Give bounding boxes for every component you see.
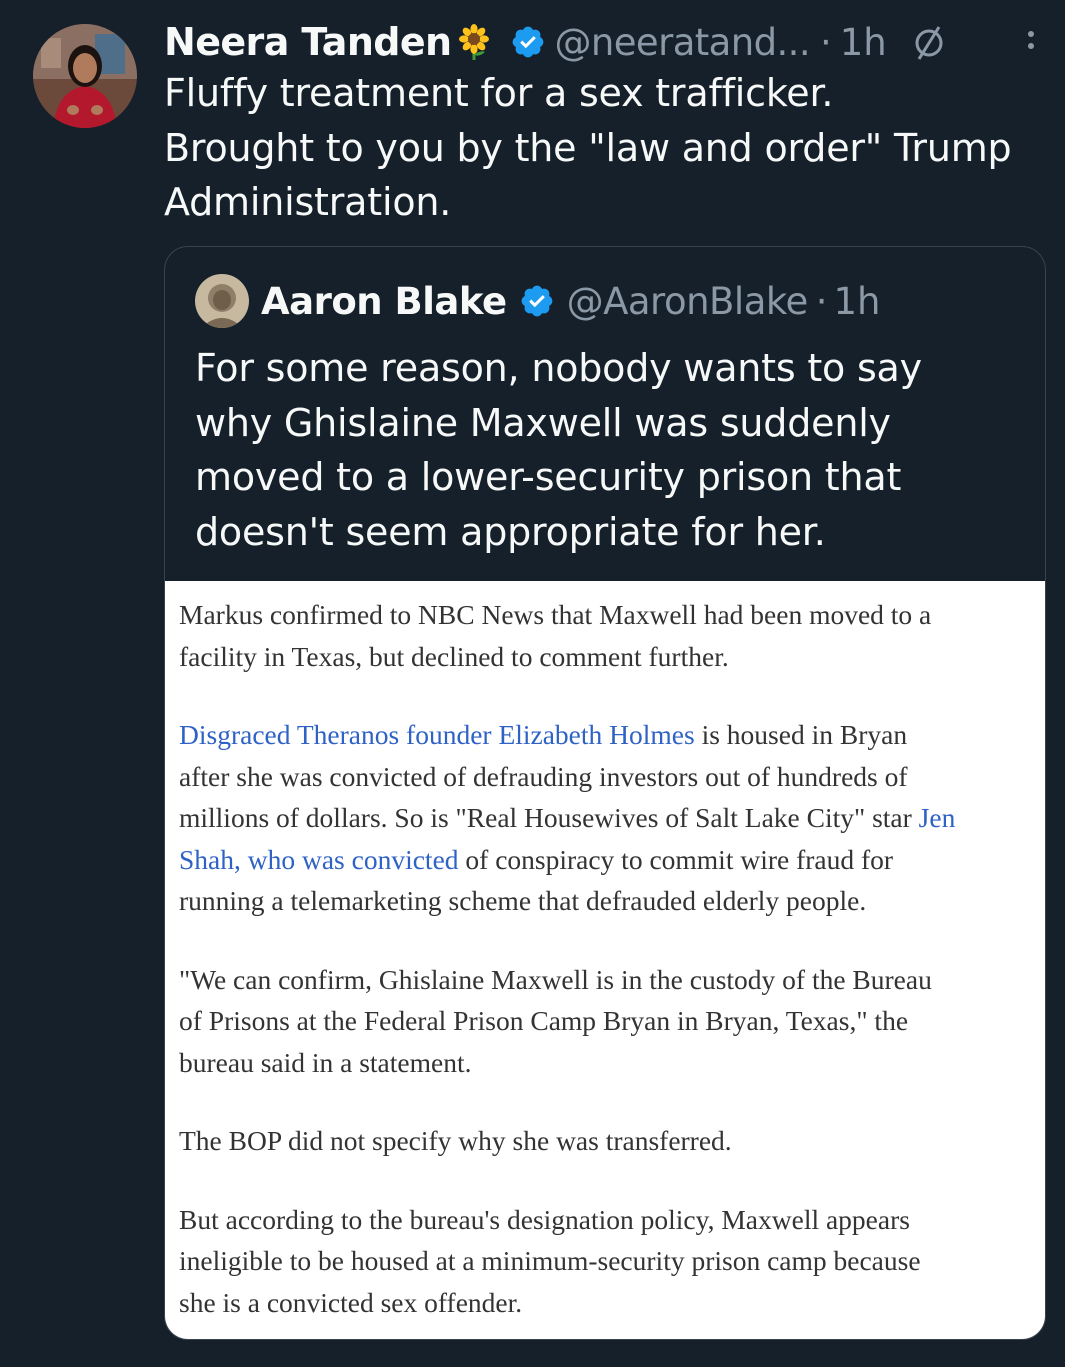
quoted-author-handle[interactable]: @AaronBlake xyxy=(567,280,809,323)
article-paragraph-4: The BOP did not specify why she was tran… xyxy=(179,1120,1031,1162)
article-link-holmes: Disgraced Theranos founder Elizabeth Hol… xyxy=(179,719,695,750)
quoted-text-line: doesn't seem appropriate for her. xyxy=(195,509,826,554)
article-line: facility in Texas, but declined to comme… xyxy=(179,640,729,672)
article-line: Disgraced Theranos founder Elizabeth Hol… xyxy=(179,714,1031,756)
quoted-post-text: For some reason, nobody wants to say why… xyxy=(195,341,1035,559)
article-line: running a telemarketing scheme that defr… xyxy=(179,885,867,916)
article-paragraph-1: Markus confirmed to NBC News that Maxwel… xyxy=(179,594,1031,677)
article-text: millions of dollars. So is "Real Housewi… xyxy=(179,802,919,833)
quoted-text-line: why Ghislaine Maxwell was suddenly xyxy=(195,400,891,445)
more-vertical-icon[interactable] xyxy=(1023,10,1039,61)
verified-badge-icon[interactable] xyxy=(510,24,546,60)
post-text-line: Administration. xyxy=(164,180,452,224)
article-link-shah: Shah, who was convicted xyxy=(179,843,459,875)
article-paragraph-3: "We can confirm, Ghislaine Maxwell is in… xyxy=(179,959,1031,1084)
post-text-line: Brought to you by the "law and order" Tr… xyxy=(164,125,1012,170)
article-line: bureau said in a statement. xyxy=(179,1046,472,1078)
quoted-post-time[interactable]: 1h xyxy=(834,280,881,323)
article-link-shah: Jen xyxy=(918,802,956,833)
article-line: after she was convicted of defrauding in… xyxy=(179,760,908,792)
article-paragraph-5: But according to the bureau's designatio… xyxy=(179,1199,1031,1324)
meta-separator: · xyxy=(819,20,832,64)
article-line: But according to the bureau's designatio… xyxy=(179,1203,910,1235)
circle-slash-icon[interactable] xyxy=(909,22,949,62)
attached-article-image[interactable]: Markus confirmed to NBC News that Maxwel… xyxy=(165,581,1045,1339)
article-line: "We can confirm, Ghislaine Maxwell is in… xyxy=(179,963,932,995)
article-line: millions of dollars. So is "Real Housewi… xyxy=(179,797,1031,839)
article-text: is housed in Bryan xyxy=(694,719,908,750)
article-paragraph-2: Disgraced Theranos founder Elizabeth Hol… xyxy=(179,714,1031,922)
quoted-post-card[interactable]: Aaron Blake @AaronBlake · 1h For some re… xyxy=(164,246,1046,1340)
quoted-text-line: moved to a lower-security prison that xyxy=(195,455,902,499)
quoted-author-avatar[interactable] xyxy=(195,274,249,328)
sunflower-emoji-icon xyxy=(456,24,492,60)
author-name[interactable]: Neera Tanden xyxy=(164,20,452,64)
post-text: Fluffy treatment for a sex trafficker. B… xyxy=(164,66,1044,230)
article-line: of Prisons at the Federal Prison Camp Br… xyxy=(179,1005,909,1036)
article-line: Shah, who was convicted of conspiracy to… xyxy=(179,839,1031,881)
verified-badge-icon[interactable] xyxy=(519,283,555,319)
article-line: she is a convicted sex offender. xyxy=(179,1286,523,1318)
article-line: The BOP did not specify why she was tran… xyxy=(179,1125,732,1156)
meta-separator: · xyxy=(815,279,828,323)
post-header: Neera Tanden @neeratand... · 1h xyxy=(164,14,1045,70)
article-line: ineligible to be housed at a minimum-sec… xyxy=(179,1245,921,1276)
post-time[interactable]: 1h xyxy=(840,21,887,64)
quoted-post-header: Aaron Blake @AaronBlake · 1h xyxy=(195,271,881,331)
quoted-author-name[interactable]: Aaron Blake xyxy=(261,280,507,323)
article-text: of conspiracy to commit wire fraud for xyxy=(458,843,894,875)
quoted-text-line: For some reason, nobody wants to say xyxy=(195,346,922,390)
post-text-line: Fluffy treatment for a sex trafficker. xyxy=(164,71,834,115)
author-avatar[interactable] xyxy=(33,24,137,128)
article-line: Markus confirmed to NBC News that Maxwel… xyxy=(179,599,932,630)
author-handle[interactable]: @neeratand... xyxy=(555,21,811,64)
